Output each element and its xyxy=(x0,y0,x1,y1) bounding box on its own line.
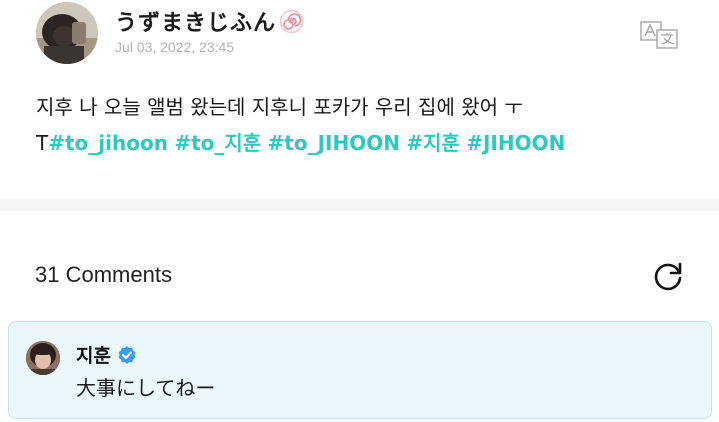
comment-card[interactable]: 지훈 大事にしてねー xyxy=(8,321,712,419)
hashtag-to-jihoon-korean[interactable]: #to_지훈 xyxy=(174,131,261,155)
hashtag-to-jihoon[interactable]: #to_jihoon xyxy=(48,131,168,155)
post-text-line1: 지후 나 오늘 앨범 왔는데 지후니 포카가 우리 집에 왔어 ㅜ xyxy=(36,95,523,119)
refresh-button[interactable] xyxy=(650,258,686,294)
commenter-avatar[interactable] xyxy=(26,341,60,375)
hashtag-jihoon-upper[interactable]: #JIHOON xyxy=(466,131,565,155)
commenter-name[interactable]: 지훈 xyxy=(76,341,111,368)
post-text-line2: T#to_jihoon #to_지훈 #to_JIHOON #지훈 #JIHOO… xyxy=(36,125,676,161)
username[interactable]: うずまきじふん xyxy=(115,5,276,37)
post-header: うずまきじふん Jul 03, 2022, 23:45 xyxy=(36,0,716,70)
avatar-photo xyxy=(36,2,98,64)
comment-text: 大事にしてねー xyxy=(76,376,216,400)
translate-button[interactable] xyxy=(640,20,680,50)
post-text-line2-prefix: T xyxy=(36,131,49,155)
verified-badge-icon xyxy=(117,345,137,365)
commenter-row: 지훈 xyxy=(76,341,137,368)
post-body: 지후 나 오늘 앨범 왔는데 지후니 포카가 우리 집에 왔어 ㅜ T#to_j… xyxy=(36,89,676,161)
narutomaki-icon xyxy=(279,9,304,34)
translate-icon xyxy=(640,21,678,49)
refresh-icon xyxy=(654,262,682,291)
commenter-avatar-photo xyxy=(26,341,60,375)
hashtag-to-jihoon-upper[interactable]: #to_JIHOON xyxy=(268,131,400,155)
section-divider xyxy=(0,199,719,211)
post-timestamp: Jul 03, 2022, 23:45 xyxy=(115,39,235,55)
comments-count: 31 Comments xyxy=(35,262,172,287)
post-detail-screen: うずまきじふん Jul 03, 2022, 23:45 지후 나 오늘 앨범 왔… xyxy=(0,0,719,422)
avatar[interactable] xyxy=(36,2,98,64)
username-row: うずまきじふん xyxy=(115,5,304,37)
hashtag-jihoon-korean[interactable]: #지훈 xyxy=(406,131,460,155)
